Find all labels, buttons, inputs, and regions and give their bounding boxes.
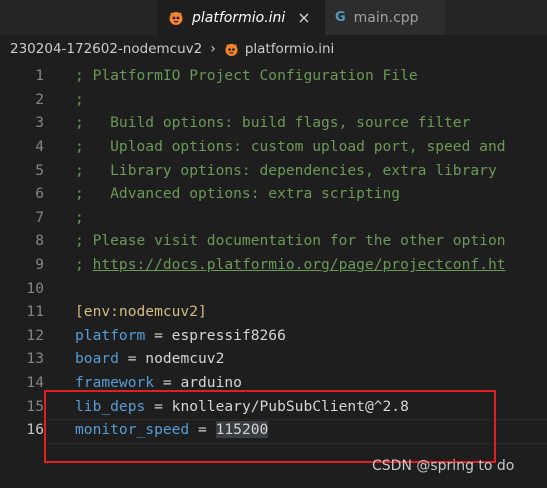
breadcrumb-file-label: platformio.ini (244, 41, 335, 57)
code-text: framework = arduino (75, 374, 242, 391)
code-line: 11 [env:nodemcuv2] (0, 300, 547, 324)
line-number: 14 (26, 374, 44, 392)
line-number: 11 (26, 303, 44, 321)
code-line: 13 board = nodemcuv2 (0, 347, 547, 371)
cpp-icon: G (335, 10, 346, 25)
config-value: arduino (180, 374, 242, 392)
assign-operator: = (145, 326, 172, 344)
code-line: 6 ; Advanced options: extra scripting (0, 182, 547, 206)
code-text: board = nodemcuv2 (75, 350, 224, 367)
line-number: 1 (35, 67, 44, 85)
code-line: 1 ; PlatformIO Project Configuration Fil… (0, 64, 547, 88)
breadcrumb-folder[interactable]: 230204-172602-nodemcuv2 (10, 41, 202, 57)
line-number: 2 (35, 90, 44, 108)
code-line: 12 platform = espressif8266 (0, 324, 547, 348)
section-header: [env:nodemcuv2] (75, 303, 207, 321)
tab-main-cpp[interactable]: G main.cpp (325, 0, 445, 35)
platformio-icon (168, 10, 184, 26)
line-number: 8 (35, 232, 44, 250)
config-key: platform (75, 326, 146, 344)
tab-platformio-ini[interactable]: platformio.ini × (158, 0, 325, 35)
code-line: 5 ; Library options: dependencies, extra… (0, 158, 547, 182)
tab-bar: platformio.ini × G main.cpp (0, 0, 547, 35)
code-text: ; PlatformIO Project Configuration File (75, 67, 418, 85)
watermark: CSDN @spring to do (372, 458, 515, 474)
line-number: 4 (35, 138, 44, 156)
code-text: ; Advanced options: extra scripting (75, 185, 401, 203)
config-value: nodemcuv2 (145, 350, 225, 368)
tab-label: main.cpp (353, 9, 419, 26)
platformio-icon (224, 42, 239, 57)
line-number: 10 (26, 279, 44, 297)
code-line: 9 ; https://docs.platformio.org/page/pro… (0, 253, 547, 277)
code-line: 3 ; Build options: build flags, source f… (0, 111, 547, 135)
code-text: ; https://docs.platformio.org/page/proje… (75, 256, 506, 273)
breadcrumb-file[interactable]: platformio.ini (224, 41, 334, 57)
line-number: 6 (35, 185, 44, 203)
line-number: 12 (26, 326, 44, 344)
line-number: 16 (26, 421, 44, 439)
code-line: 2 ; (0, 88, 547, 112)
tab-label: platformio.ini (192, 9, 286, 26)
code-line: 7 ; (0, 206, 547, 230)
assign-operator: = (154, 374, 181, 392)
chevron-right-icon: › (210, 41, 216, 57)
code-text: ; Build options: build flags, source fil… (75, 114, 471, 132)
breadcrumb: 230204-172602-nodemcuv2 › platformio.ini (0, 35, 547, 63)
line-number: 15 (26, 397, 44, 415)
config-key: board (75, 350, 119, 368)
line-number: 3 (35, 114, 44, 132)
code-text: ; (75, 90, 84, 108)
code-text: ; Please visit documentation for the oth… (75, 232, 506, 250)
code-line: 8 ; Please visit documentation for the o… (0, 229, 547, 253)
config-value: espressif8266 (171, 326, 286, 344)
code-line: 4 ; Upload options: custom upload port, … (0, 135, 547, 159)
line-number: 5 (35, 161, 44, 179)
assign-operator: = (118, 350, 146, 368)
code-line: 10 (0, 276, 547, 300)
line-number: 7 (35, 208, 44, 226)
close-icon[interactable]: × (297, 8, 310, 27)
highlight-annotation-box (44, 390, 496, 463)
code-text: ; Upload options: custom upload port, sp… (75, 138, 506, 156)
doc-link[interactable]: https://docs.platformio.org/page/project… (93, 256, 506, 273)
line-number: 9 (35, 256, 44, 274)
comment-prefix: ; (75, 256, 93, 274)
code-text: ; (75, 208, 84, 226)
code-text: ; Library options: dependencies, extra l… (75, 161, 497, 179)
config-key: framework (75, 374, 155, 392)
code-text: platform = espressif8266 (75, 327, 286, 344)
line-number: 13 (26, 350, 44, 368)
